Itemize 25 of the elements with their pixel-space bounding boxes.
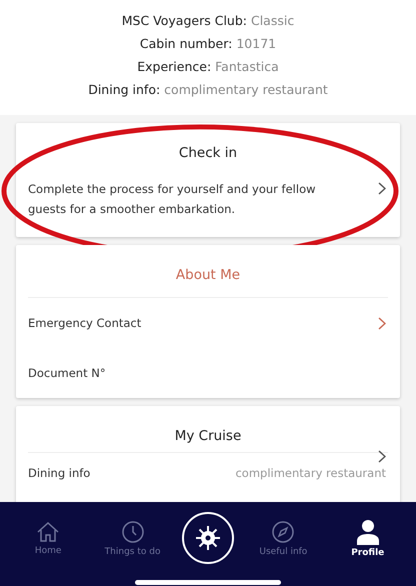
wheel-icon: [194, 525, 221, 551]
chevron-icon: [378, 316, 386, 330]
row-label[interactable]: Document N°: [28, 366, 106, 380]
profile-info-line: Cabin number: 10171: [140, 35, 276, 53]
person-icon: [356, 518, 380, 544]
check-in-card[interactable]: Check in Complete the process for yourself and your fellow guests for a smoother embarkation.: [16, 123, 400, 237]
card-title: My Cruise: [174, 427, 242, 446]
tab-button[interactable]: Things to do: [98, 518, 168, 558]
tab-button[interactable]: Home: [13, 518, 84, 558]
tab-button[interactable]: Useful info: [248, 518, 318, 558]
row-label: Dining info: [28, 466, 90, 480]
profile-info-line: Experience: Fantastica: [137, 58, 279, 76]
card-title: Check in: [178, 144, 238, 163]
card-title: About Me: [174, 266, 242, 285]
home-icon: [36, 520, 60, 542]
chevron-icon: [378, 182, 386, 194]
chevron-icon: [378, 450, 386, 462]
clock-icon: [120, 520, 145, 544]
row-label[interactable]: Emergency Contact: [28, 316, 142, 330]
check-in-description: Complete the process for yourself and your fellow guests for a smoother embarkation.: [28, 181, 317, 218]
compass-icon: [271, 520, 296, 544]
tab-button[interactable]: Profile: [332, 516, 403, 560]
row-value: complimentary restaurant: [235, 466, 386, 480]
profile-info-line: MSC Voyagers Club: Classic: [122, 12, 294, 30]
profile-info-line: Dining info: complimentary restaurant: [88, 81, 328, 99]
